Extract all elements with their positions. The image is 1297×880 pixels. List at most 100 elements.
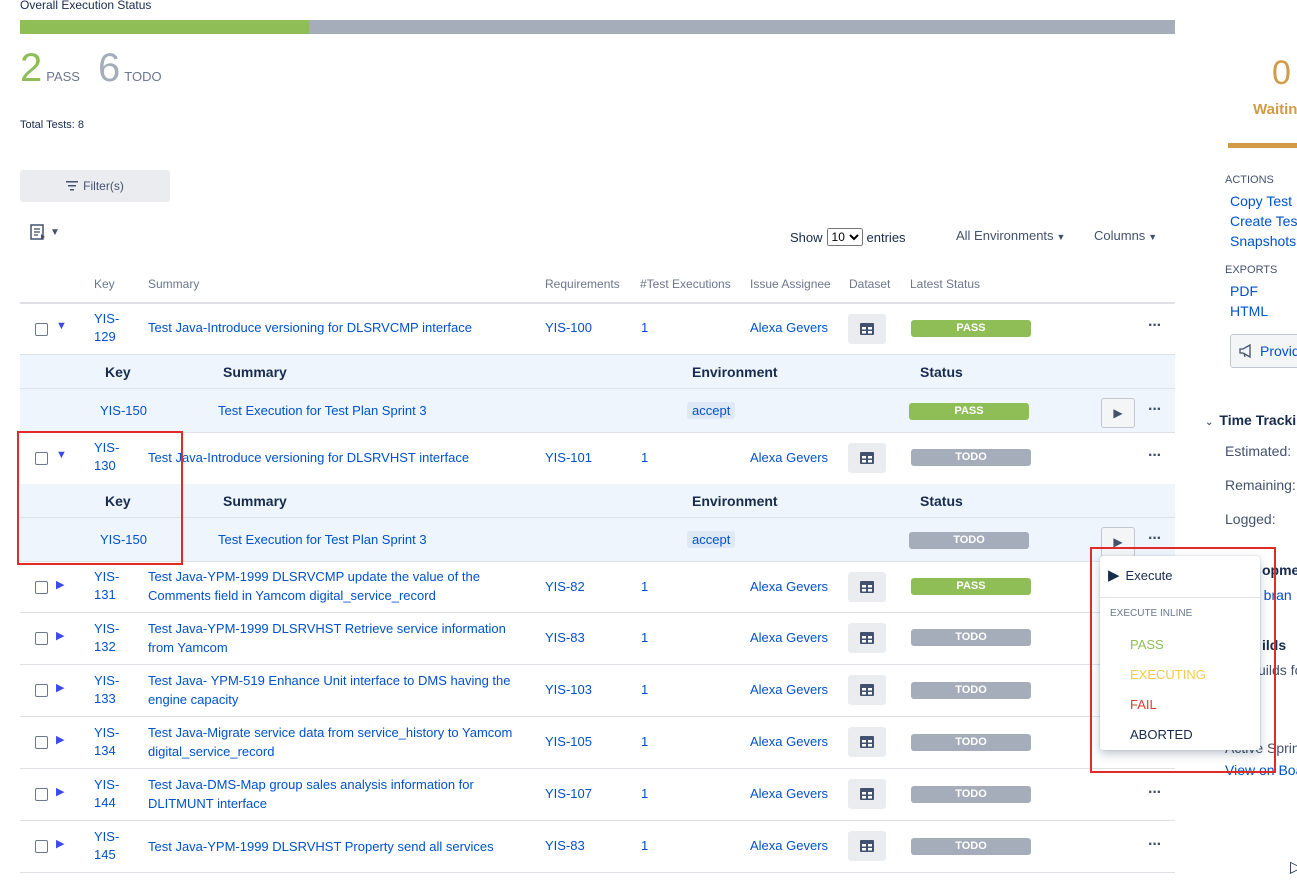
expand-triangle-icon[interactable]: ▶ bbox=[56, 578, 64, 591]
row-checkbox[interactable] bbox=[35, 684, 48, 697]
row-requirement-link[interactable]: YIS-103 bbox=[545, 682, 592, 697]
filter-button[interactable]: Filter(s) bbox=[20, 170, 170, 202]
row-checkbox[interactable] bbox=[35, 323, 48, 336]
row-summary-link[interactable]: Test Java-YPM-1999 DLSRVHST Retrieve ser… bbox=[148, 619, 533, 657]
row-checkbox[interactable] bbox=[35, 788, 48, 801]
row-summary-link[interactable]: Test Java-YPM-1999 DLSRVHST Property sen… bbox=[148, 837, 533, 856]
dataset-button[interactable] bbox=[848, 314, 886, 344]
col-requirements[interactable]: Requirements bbox=[545, 277, 620, 291]
row-requirement-link[interactable]: YIS-82 bbox=[545, 579, 585, 594]
row-checkbox[interactable] bbox=[35, 736, 48, 749]
row-assignee-link[interactable]: Alexa Gevers bbox=[750, 579, 828, 594]
col-dataset[interactable]: Dataset bbox=[849, 277, 890, 291]
row-summary-link[interactable]: Test Java-Introduce versioning for DLSRV… bbox=[148, 318, 533, 337]
row-summary-link[interactable]: Test Java-Migrate service data from serv… bbox=[148, 723, 533, 761]
row-key-link[interactable]: YIS- 131 bbox=[94, 568, 130, 604]
row-checkbox[interactable] bbox=[35, 581, 48, 594]
row-executions-link[interactable]: 1 bbox=[641, 838, 648, 853]
row-summary-link[interactable]: Test Java-YPM-1999 DLSRVCMP update the v… bbox=[148, 567, 533, 605]
row-assignee-link[interactable]: Alexa Gevers bbox=[750, 734, 828, 749]
time-tracking-header[interactable]: ⌄ Time Tracki bbox=[1205, 412, 1296, 428]
row-assignee-link[interactable]: Alexa Gevers bbox=[750, 682, 828, 697]
row-key-link[interactable]: YIS- 129 bbox=[94, 310, 130, 346]
dataset-button[interactable] bbox=[848, 831, 886, 861]
columns-dropdown[interactable]: Columns ▼ bbox=[1094, 228, 1157, 243]
row-key-link[interactable]: YIS- 145 bbox=[94, 828, 130, 864]
row-key-link[interactable]: YIS- 132 bbox=[94, 620, 130, 656]
row-requirement-link[interactable]: YIS-105 bbox=[545, 734, 592, 749]
row-summary-link[interactable]: Test Java-Introduce versioning for DLSRV… bbox=[148, 448, 533, 467]
row-assignee-link[interactable]: Alexa Gevers bbox=[750, 838, 828, 853]
row-key-link[interactable]: YIS- 134 bbox=[94, 724, 130, 760]
more-options-icon[interactable]: ··· bbox=[1148, 401, 1162, 419]
environment-tag[interactable]: accept bbox=[687, 402, 736, 419]
col-test-executions[interactable]: #Test Executions bbox=[640, 277, 731, 291]
more-options-icon[interactable]: ··· bbox=[1148, 836, 1162, 854]
expand-triangle-icon[interactable]: ▶ bbox=[56, 629, 64, 642]
row-summary-link[interactable]: Test Java-DMS-Map group sales analysis i… bbox=[148, 775, 533, 813]
row-executions-link[interactable]: 1 bbox=[641, 786, 648, 801]
row-requirement-link[interactable]: YIS-83 bbox=[545, 838, 585, 853]
show-label: Show bbox=[790, 229, 823, 245]
col-summary[interactable]: Summary bbox=[148, 277, 199, 291]
row-checkbox[interactable] bbox=[35, 840, 48, 853]
row-executions-link[interactable]: 1 bbox=[641, 450, 648, 465]
play-button[interactable]: ▶ bbox=[1101, 398, 1135, 428]
expand-triangle-icon[interactable]: ▶ bbox=[56, 785, 64, 798]
row-assignee-link[interactable]: Alexa Gevers bbox=[750, 450, 828, 465]
col-issue-assignee[interactable]: Issue Assignee bbox=[750, 277, 831, 291]
expand-triangle-icon[interactable]: ▶ bbox=[56, 733, 64, 746]
row-requirement-link[interactable]: YIS-83 bbox=[545, 630, 585, 645]
todo-count-number: 6 bbox=[98, 46, 121, 90]
dataset-button[interactable] bbox=[848, 572, 886, 602]
snapshots-link[interactable]: Snapshots bbox=[1230, 233, 1296, 249]
dataset-button[interactable] bbox=[848, 727, 886, 757]
col-latest-status[interactable]: Latest Status bbox=[910, 277, 980, 291]
dataset-button[interactable] bbox=[848, 779, 886, 809]
expand-triangle-icon[interactable]: ▶ bbox=[56, 837, 64, 850]
environments-dropdown[interactable]: All Environments ▼ bbox=[956, 228, 1065, 243]
progress-pass-fill bbox=[20, 20, 309, 34]
dataset-button[interactable] bbox=[848, 443, 886, 473]
caret-down-icon: ▼ bbox=[1056, 232, 1066, 242]
dataset-button[interactable] bbox=[848, 623, 886, 653]
more-options-icon[interactable]: ··· bbox=[1148, 784, 1162, 802]
dataset-button[interactable] bbox=[848, 675, 886, 705]
row-summary-link[interactable]: Test Java- YPM-519 Enhance Unit interfac… bbox=[148, 671, 533, 709]
dataset-table-icon bbox=[860, 684, 874, 696]
row-requirement-link[interactable]: YIS-101 bbox=[545, 450, 592, 465]
row-key-link[interactable]: YIS- 133 bbox=[94, 672, 130, 708]
sub-col-summary: Summary bbox=[223, 364, 287, 380]
entries-select[interactable]: 10 bbox=[826, 228, 863, 246]
export-pdf-link[interactable]: PDF bbox=[1230, 283, 1258, 299]
total-tests: Total Tests: 8 bbox=[20, 119, 84, 131]
row-executions-link[interactable]: 1 bbox=[641, 630, 648, 645]
environment-tag[interactable]: accept bbox=[687, 531, 736, 548]
expand-triangle-icon[interactable]: ▶ bbox=[56, 681, 64, 694]
dataset-table-icon bbox=[860, 323, 874, 335]
view-mode-dropdown[interactable]: ▼ bbox=[30, 224, 60, 240]
row-key-link[interactable]: YIS- 144 bbox=[94, 776, 130, 812]
more-options-icon[interactable]: ··· bbox=[1148, 530, 1162, 548]
sub-row-key-link[interactable]: YIS-150 bbox=[100, 403, 147, 418]
row-executions-link[interactable]: 1 bbox=[641, 734, 648, 749]
provide-feedback-button[interactable]: Provid bbox=[1230, 334, 1297, 368]
collapse-triangle-icon[interactable]: ▼ bbox=[56, 320, 67, 332]
row-assignee-link[interactable]: Alexa Gevers bbox=[750, 320, 828, 335]
copy-test-plan-link[interactable]: Copy Test P bbox=[1230, 193, 1297, 209]
sub-row-summary-link[interactable]: Test Execution for Test Plan Sprint 3 bbox=[218, 403, 427, 418]
row-requirement-link[interactable]: YIS-107 bbox=[545, 786, 592, 801]
row-requirement-link[interactable]: YIS-100 bbox=[545, 320, 592, 335]
row-checkbox[interactable] bbox=[35, 632, 48, 645]
create-test-link[interactable]: Create Test bbox=[1230, 213, 1297, 229]
row-executions-link[interactable]: 1 bbox=[641, 682, 648, 697]
more-options-icon[interactable]: ··· bbox=[1148, 317, 1162, 335]
row-executions-link[interactable]: 1 bbox=[641, 579, 648, 594]
row-executions-link[interactable]: 1 bbox=[641, 320, 648, 335]
sub-row-summary-link[interactable]: Test Execution for Test Plan Sprint 3 bbox=[218, 532, 427, 547]
row-assignee-link[interactable]: Alexa Gevers bbox=[750, 630, 828, 645]
row-assignee-link[interactable]: Alexa Gevers bbox=[750, 786, 828, 801]
export-html-link[interactable]: HTML bbox=[1230, 303, 1268, 319]
col-key[interactable]: Key bbox=[94, 277, 115, 291]
more-options-icon[interactable]: ··· bbox=[1148, 447, 1162, 465]
